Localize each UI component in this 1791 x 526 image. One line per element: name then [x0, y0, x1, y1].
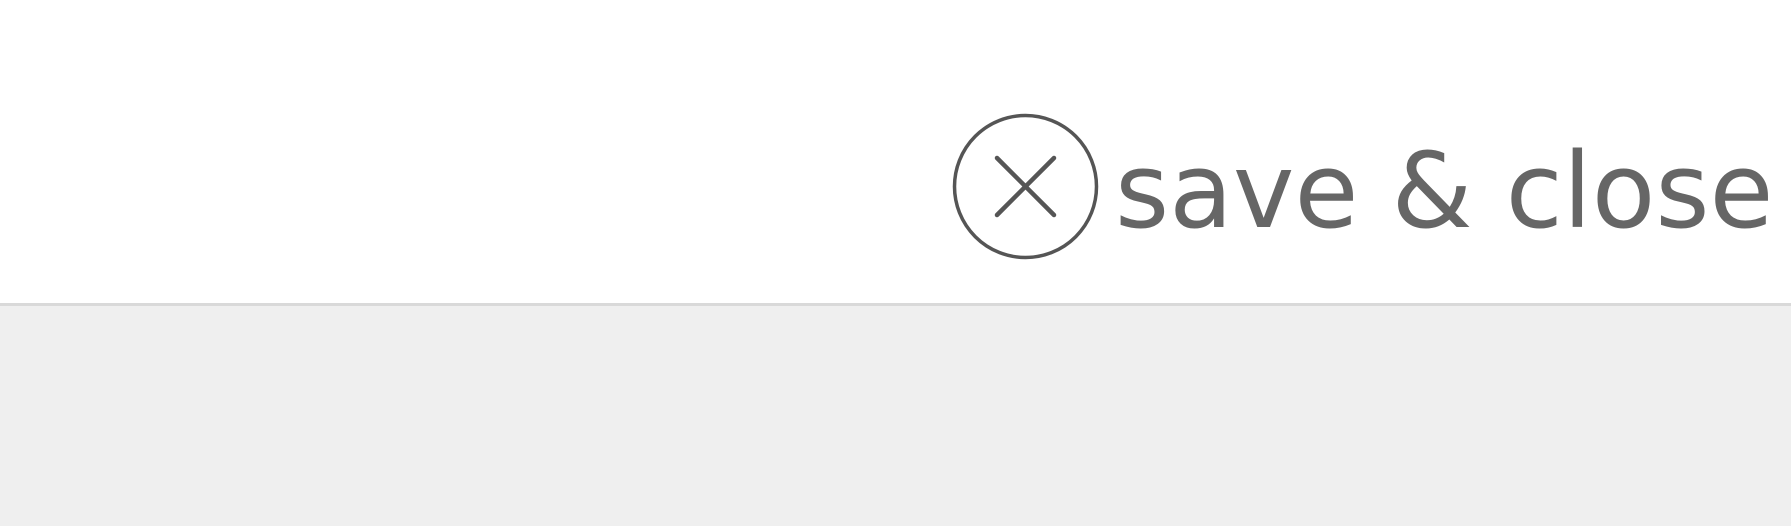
save-close-label: save & close [1115, 129, 1774, 252]
save-close-button[interactable]: save & close [952, 113, 1774, 260]
top-bar: save & close [0, 0, 1791, 306]
close-icon [952, 113, 1099, 260]
content-area [0, 306, 1791, 526]
